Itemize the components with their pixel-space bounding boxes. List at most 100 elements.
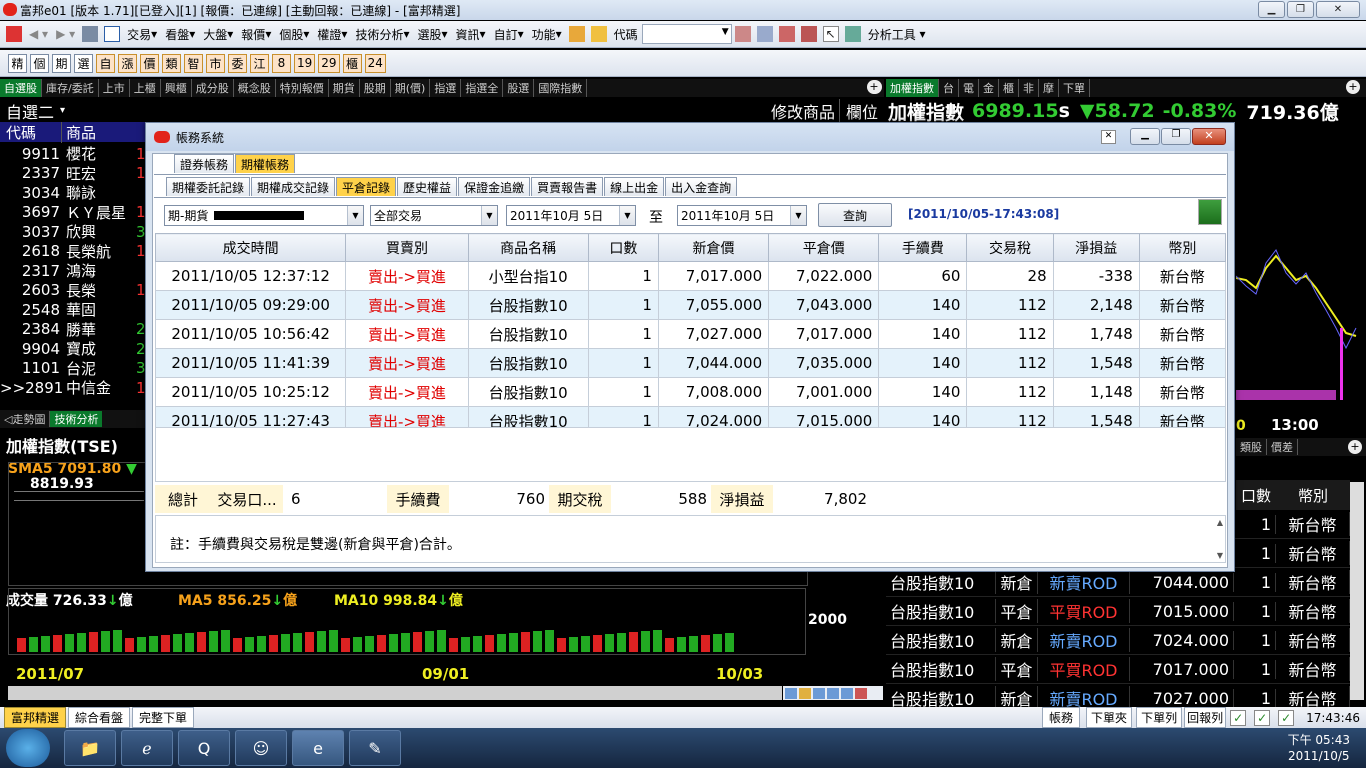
dialog-sub-tab[interactable]: 期權委託記錄 (166, 177, 251, 196)
messenger-icon[interactable]: ☺ (235, 730, 287, 766)
dialog-sub-tab[interactable]: 線上出金 (604, 177, 665, 196)
home-icon[interactable] (6, 26, 22, 42)
watchlist-row[interactable]: 2618 長榮航 1 (0, 242, 150, 262)
analysis-icon[interactable] (844, 26, 861, 42)
quick-button[interactable]: 智 (184, 53, 203, 73)
menu-item[interactable]: 選股 ▾ (413, 26, 451, 43)
quick-button[interactable]: 29 (318, 53, 340, 73)
quick-button[interactable]: 個 (30, 53, 49, 73)
draw-icon[interactable] (799, 687, 811, 699)
order-row[interactable]: 台股指數10 平倉 平買ROD 7015.000 1 新台幣 (886, 597, 1350, 626)
dialog-main-tab[interactable]: 期權帳務 (235, 154, 296, 173)
maximize-button[interactable]: ❐ (1287, 1, 1314, 18)
dialog-sub-tab[interactable]: 保證金追繳 (458, 177, 531, 196)
quick-button[interactable]: 江 (250, 53, 269, 73)
quick-button[interactable]: 24 (364, 53, 386, 73)
print-icon[interactable] (82, 26, 99, 42)
trade-type-select[interactable]: 全部交易 ▼ (370, 205, 498, 226)
dialog-close-button[interactable]: ✕ (1192, 128, 1226, 145)
link-icon[interactable] (734, 26, 751, 42)
watchlist-row[interactable]: 1101 台泥 3 (0, 359, 150, 379)
alert-icon[interactable] (778, 26, 795, 42)
note-scroll-down[interactable]: ▼ (1217, 551, 1223, 560)
watchlist-row[interactable]: 2603 長榮 1 (0, 281, 150, 301)
quick-button[interactable]: 期 (52, 53, 71, 73)
indicator-icon[interactable] (855, 687, 867, 699)
paint-icon[interactable]: ✎ (349, 730, 401, 766)
tools-icon[interactable] (800, 26, 817, 42)
watchlist-row[interactable]: 2548 華固 (0, 300, 150, 320)
code-input[interactable]: ▼ (641, 24, 732, 44)
dialog-pin-icon[interactable]: ✕ (1101, 130, 1116, 144)
column-header[interactable]: 平倉價 (768, 233, 880, 262)
table-row[interactable]: 2011/10/05 12:37:12 賣出->買進 小型台指10 1 7,017.00… (154, 261, 1227, 291)
table-row[interactable]: 2011/10/05 10:25:12 賣出->買進 台股指數10 1 7,008.00… (154, 377, 1227, 407)
zoom-icon[interactable] (785, 687, 797, 699)
forward-icon[interactable]: ▶ ▾ (52, 27, 79, 41)
note-icon[interactable] (590, 26, 607, 42)
quick-button[interactable]: 漲 (118, 53, 137, 73)
quick-button[interactable]: 8 (272, 53, 291, 73)
watchlist-tab[interactable]: 期(價) (391, 79, 431, 97)
watchlist-tab[interactable]: 期貨 (329, 79, 360, 97)
column-header[interactable]: 交易稅 (966, 233, 1054, 262)
table-row[interactable]: 2011/10/05 11:41:39 賣出->買進 台股指數10 1 7,044.00… (154, 348, 1227, 378)
status-tab-order[interactable]: 完整下單 (132, 707, 195, 728)
column-header[interactable]: 淨損益 (1052, 233, 1140, 262)
status-tab-overview[interactable]: 綜合看盤 (68, 707, 131, 728)
undo-icon[interactable] (841, 687, 853, 699)
dialog-main-tab[interactable]: 證券帳務 (174, 154, 235, 173)
quick-button[interactable]: 櫃 (342, 53, 362, 73)
quick-button[interactable]: 自 (96, 53, 115, 73)
pen-icon[interactable] (568, 26, 585, 42)
watchlist-tab[interactable]: 上櫃 (130, 79, 161, 97)
menu-item[interactable]: 功能 ▾ (528, 26, 566, 43)
watchlist-row[interactable]: 3037 欣興 3 (0, 222, 150, 242)
analysis-menu[interactable]: 分析工具 ▾ (864, 26, 930, 43)
watchlist-tab[interactable]: 成分股 (192, 79, 234, 97)
check-icon[interactable]: ✓ (1278, 709, 1295, 726)
window-icon[interactable] (104, 26, 121, 42)
expand-icon[interactable] (827, 687, 839, 699)
e01-app-icon[interactable]: e (292, 730, 344, 766)
column-header[interactable]: 買賣別 (345, 233, 469, 262)
dialog-maximize-button[interactable]: ❐ (1161, 128, 1191, 145)
table-row[interactable]: 2011/10/05 10:56:42 賣出->買進 台股指數10 1 7,027.00… (154, 319, 1227, 349)
watchlist-row[interactable]: 3034 聯詠 (0, 183, 150, 203)
quick-button[interactable]: 選 (74, 53, 93, 73)
menu-item[interactable]: 看盤 ▾ (161, 26, 199, 43)
start-button[interactable] (6, 729, 50, 767)
column-header[interactable]: 幣別 (1138, 233, 1227, 262)
search-icon[interactable] (756, 26, 773, 42)
menu-item[interactable]: 自訂 ▾ (490, 26, 528, 43)
table-row[interactable]: 2011/10/05 09:29:00 賣出->買進 台股指數10 1 7,055.00… (154, 290, 1227, 320)
dialog-sub-tab[interactable]: 平倉記錄 (336, 177, 397, 196)
order-row[interactable]: 台股指數10 新倉 新賣ROD 7024.000 1 新台幣 (886, 626, 1350, 655)
watchlist-row[interactable]: >>2891 中信金 1 (0, 378, 150, 398)
menu-item[interactable]: 個股 ▾ (275, 26, 313, 43)
account-select[interactable]: 期-期貨 ▼ (164, 205, 364, 226)
dialog-sub-tab[interactable]: 歷史權益 (397, 177, 458, 196)
dialog-sub-tab[interactable]: 買賣報告書 (531, 177, 604, 196)
tab-sector[interactable]: 類股 (1236, 439, 1267, 455)
order-row[interactable]: 台股指數10 平倉 平買ROD 7017.000 1 新台幣 (886, 655, 1350, 684)
index-tab[interactable]: 金 (979, 79, 999, 97)
status-order-bar-button[interactable]: 下單列 (1136, 707, 1183, 728)
status-tab-fubon[interactable]: 富邦精選 (4, 707, 67, 728)
dialog-sub-tab[interactable]: 期權成交記錄 (251, 177, 336, 196)
date-from-picker[interactable]: 2011年10月 5日 ▼ (506, 205, 636, 226)
tab-trend[interactable]: ◁走勢圖 (0, 411, 51, 427)
index-tab[interactable]: 下單 (1059, 79, 1090, 97)
menu-item[interactable]: 資訊 ▾ (452, 26, 490, 43)
menu-item[interactable]: 交易 ▾ (123, 26, 161, 43)
date-to-picker[interactable]: 2011年10月 5日 ▼ (677, 205, 807, 226)
index-tab[interactable]: 加權指數 (886, 79, 939, 97)
index-tab[interactable]: 摩 (1039, 79, 1059, 97)
status-account-button[interactable]: 帳務 (1042, 707, 1081, 728)
quick-button[interactable]: 19 (294, 53, 316, 73)
list-name[interactable]: 自選二 (0, 99, 54, 123)
watchlist-row[interactable]: 2384 勝華 2 (0, 320, 150, 340)
index-tab[interactable]: 台 (939, 79, 959, 97)
quick-button[interactable]: 市 (206, 53, 225, 73)
watchlist-tab[interactable]: 國際指數 (534, 79, 588, 97)
